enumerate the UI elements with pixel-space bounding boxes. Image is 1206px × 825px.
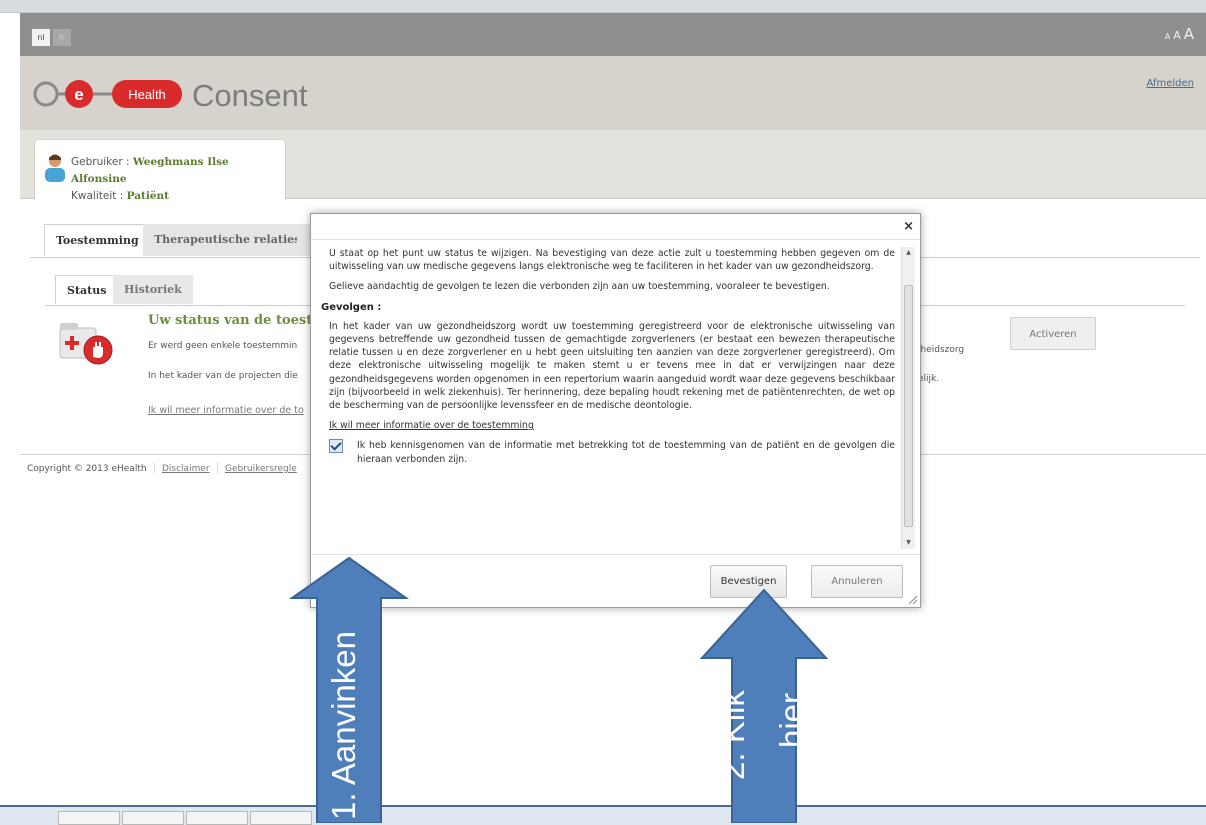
tab-toestemming[interactable]: Toestemming: [44, 224, 151, 256]
status-title: Uw status van de toestem: [148, 313, 335, 328]
agree-checkbox-label[interactable]: Ik heb kennisgenomen van de informatie m…: [357, 440, 895, 464]
resize-grip-icon[interactable]: [909, 596, 917, 604]
quality-label: Kwaliteit :: [71, 190, 124, 202]
status-line-1: Er werd geen enkele toestemmin: [148, 341, 298, 351]
language-nl-button[interactable]: nl: [32, 29, 50, 46]
dialog-read-carefully: Gelieve aandachtig de gevolgen te lezen …: [329, 281, 830, 293]
consequences-text: In het kader van uw gezondheidszorg word…: [329, 320, 895, 412]
logout-link[interactable]: Afmelden: [1146, 78, 1194, 89]
close-icon[interactable]: ×: [903, 219, 914, 234]
language-bar: nl fr AAA: [20, 13, 1206, 56]
more-info-link[interactable]: Ik wil meer informatie over de toestemmi…: [329, 420, 534, 431]
activate-button[interactable]: Activeren: [1010, 317, 1096, 350]
tab-therapeutische-relaties[interactable]: Therapeutische relaties: [143, 224, 312, 256]
dialog-footer-divider: [311, 554, 920, 555]
dialog-body: U staat op het punt uw status te wijzige…: [321, 247, 895, 466]
status-right-fragment-2: elijk.: [918, 374, 940, 384]
dialog-scrollbar[interactable]: ▲ ▼: [901, 247, 915, 549]
user-bar: Gebruiker : Weeghmans Ilse Alfonsine Kwa…: [20, 130, 1206, 202]
annotation-step-1: 1. Aanvinken: [325, 631, 362, 820]
font-size-large-button[interactable]: A: [1184, 25, 1194, 43]
agree-checkbox[interactable]: [329, 439, 343, 454]
quality-value: Patiënt: [126, 190, 169, 202]
browser-top-strip: [0, 0, 1206, 13]
disclaimer-link[interactable]: Disclaimer: [162, 464, 210, 474]
status-right-fragment-1: lheidszorg: [918, 345, 965, 355]
user-card: Gebruiker : Weeghmans Ilse Alfonsine Kwa…: [34, 139, 286, 202]
font-size-small-button[interactable]: A: [1165, 32, 1170, 41]
ehealth-consent-logo: e Health Consent: [33, 78, 308, 113]
subtab-historiek[interactable]: Historiek: [113, 275, 193, 304]
scrollbar-thumb[interactable]: [904, 285, 913, 527]
terms-link[interactable]: Gebruikersregle: [225, 464, 297, 474]
font-size-medium-button[interactable]: A: [1173, 29, 1181, 42]
user-icon: [45, 154, 65, 182]
copyright-text: Copyright © 2013 eHealth: [27, 464, 147, 474]
annotation-step-2-line-1: 2. Klik: [714, 690, 751, 780]
status-more-info-link[interactable]: Ik wil meer informatie over de to: [148, 405, 304, 416]
logo-e-text: e: [74, 85, 83, 104]
subtab-status[interactable]: Status: [55, 275, 119, 304]
user-label: Gebruiker :: [71, 156, 130, 168]
logo-health-text: Health: [128, 87, 166, 102]
consent-status-icon: [59, 323, 113, 365]
dialog-titlebar: ×: [311, 214, 920, 240]
footer: Copyright © 2013 eHealth ┊ Disclaimer ┊ Gebr…: [27, 464, 297, 474]
site-header: e Health Consent Afmelden: [20, 56, 1206, 131]
tab-next[interactable]: [297, 224, 311, 256]
dialog-intro: U staat op het punt uw status te wijzige…: [329, 248, 895, 273]
status-line-2: In het kader van de projecten die: [148, 371, 298, 381]
logo-consent-text: Consent: [192, 78, 308, 113]
scroll-down-icon[interactable]: ▼: [902, 537, 915, 549]
scroll-up-icon[interactable]: ▲: [902, 247, 915, 259]
annotation-step-2-line-2: hier: [773, 692, 810, 748]
language-fr-button[interactable]: fr: [53, 29, 71, 46]
consequences-heading: Gevolgen :: [321, 301, 382, 313]
font-size-controls: AAA: [1162, 25, 1194, 43]
consent-agreement: Ik heb kennisgenomen van de informatie m…: [329, 439, 895, 465]
taskbar: [0, 805, 1206, 825]
consent-confirmation-dialog: × U staat op het punt uw status te wijzi…: [310, 213, 921, 608]
